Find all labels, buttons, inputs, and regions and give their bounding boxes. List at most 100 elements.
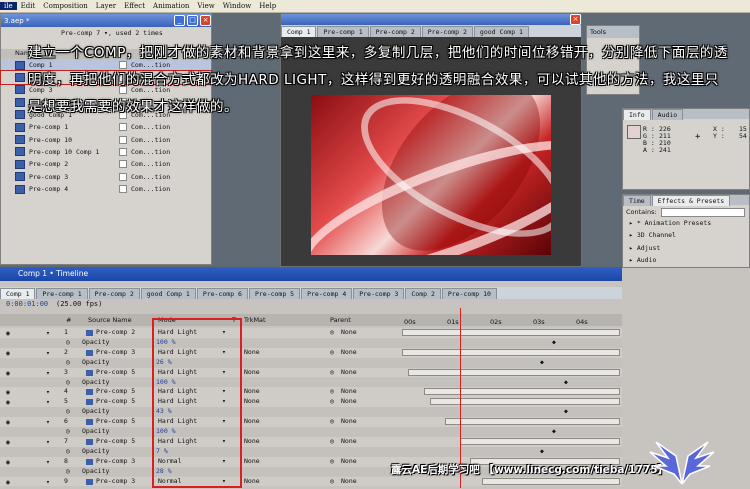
comp-titlebar[interactable]: × bbox=[281, 14, 581, 25]
effects-search-input[interactable] bbox=[660, 208, 745, 217]
layer-duration-bar[interactable] bbox=[424, 388, 620, 396]
label-checkbox[interactable] bbox=[119, 160, 127, 169]
trkmat-dropdown[interactable]: None bbox=[244, 437, 260, 445]
label-checkbox[interactable] bbox=[119, 147, 127, 156]
layer-duration-bar[interactable] bbox=[408, 368, 620, 376]
timeline-tab[interactable]: Pre-comp 4 bbox=[301, 288, 353, 299]
keyframe-icon[interactable]: ◆ bbox=[540, 358, 544, 366]
col-trkmat[interactable]: TrkMat bbox=[244, 316, 266, 324]
col-source-name[interactable]: Source Name bbox=[88, 316, 132, 324]
menu-item-7[interactable]: Window bbox=[219, 2, 256, 10]
project-item[interactable]: Pre-comp 3 Com...tion bbox=[1, 171, 211, 183]
keyframe-icon[interactable]: ◆ bbox=[552, 427, 556, 435]
trkmat-dropdown[interactable]: None bbox=[244, 477, 260, 485]
parent-dropdown[interactable]: None bbox=[341, 387, 357, 395]
keyframe-icon[interactable]: ◆ bbox=[564, 378, 568, 386]
twirl-down-icon[interactable]: ▾ bbox=[46, 458, 50, 466]
menu-item-0[interactable]: ile bbox=[0, 2, 17, 10]
trkmat-dropdown[interactable]: None bbox=[244, 417, 260, 425]
menu-item-5[interactable]: Animation bbox=[149, 2, 193, 10]
timeline-tab[interactable]: Pre-comp 5 bbox=[248, 288, 301, 299]
stopwatch-icon[interactable]: ◷ bbox=[66, 427, 70, 435]
effects-category[interactable]: ▸ * Animation Presets bbox=[623, 217, 749, 229]
comp-tab[interactable]: Pre-comp 2 bbox=[369, 26, 421, 37]
menu-item-4[interactable]: Effect bbox=[120, 2, 149, 10]
stopwatch-icon[interactable]: ◷ bbox=[66, 407, 70, 415]
eye-icon[interactable]: ◉ bbox=[6, 369, 10, 377]
timeline-layer-row[interactable]: ◉ ▾ 9 Pre-comp 3 Normal ▾ None ◎ None bbox=[0, 476, 622, 487]
twirl-down-icon[interactable]: ▾ bbox=[46, 478, 50, 486]
layer-duration-bar[interactable] bbox=[482, 477, 620, 485]
timeline-title[interactable]: Comp 1 • Timeline bbox=[0, 267, 622, 281]
layer-name[interactable]: Pre-comp 5 bbox=[96, 417, 135, 425]
stopwatch-icon[interactable]: ◷ bbox=[66, 378, 70, 386]
layer-name[interactable]: Pre-comp 3 bbox=[96, 457, 135, 465]
menu-item-2[interactable]: Composition bbox=[39, 2, 92, 10]
pickwhip-icon[interactable]: ◎ bbox=[330, 368, 334, 376]
layer-duration-bar[interactable] bbox=[460, 437, 620, 445]
eye-icon[interactable]: ◉ bbox=[6, 349, 10, 357]
project-item[interactable]: Pre-comp 10 Com...tion bbox=[1, 133, 211, 145]
tab-effects-presets[interactable]: Effects & Presets bbox=[651, 195, 731, 206]
parent-dropdown[interactable]: None bbox=[341, 368, 357, 376]
timeline-layer-row[interactable]: ◉ ▾ 4 Pre-comp 5 Hard Light ▾ None ◎ None bbox=[0, 387, 622, 398]
twirl-down-icon[interactable]: ▾ bbox=[46, 329, 50, 337]
eye-icon[interactable]: ◉ bbox=[6, 388, 10, 396]
timeline-tab[interactable]: Pre-comp 1 bbox=[36, 288, 88, 299]
stopwatch-icon[interactable]: ◷ bbox=[66, 358, 70, 366]
layer-duration-bar[interactable] bbox=[445, 418, 620, 426]
close-icon[interactable]: × bbox=[570, 14, 581, 25]
eye-icon[interactable]: ◉ bbox=[6, 329, 10, 337]
eye-icon[interactable]: ◉ bbox=[6, 398, 10, 406]
stopwatch-icon[interactable]: ◷ bbox=[66, 338, 70, 346]
pickwhip-icon[interactable]: ◎ bbox=[330, 457, 334, 465]
tab-time[interactable]: Time bbox=[623, 195, 651, 206]
maximize-icon[interactable]: □ bbox=[187, 15, 198, 26]
layer-duration-bar[interactable] bbox=[402, 348, 620, 356]
label-checkbox[interactable] bbox=[119, 172, 127, 181]
pickwhip-icon[interactable]: ◎ bbox=[330, 387, 334, 395]
eye-icon[interactable]: ◉ bbox=[6, 418, 10, 426]
project-titlebar[interactable]: 3.aep * _ □ × bbox=[1, 14, 211, 27]
project-item[interactable]: Pre-comp 4 Com...tion bbox=[1, 183, 211, 195]
menu-item-8[interactable]: Help bbox=[255, 2, 280, 10]
layer-name[interactable]: Pre-comp 3 bbox=[96, 477, 135, 485]
twirl-down-icon[interactable]: ▾ bbox=[46, 349, 50, 357]
timeline-tab[interactable]: Pre-comp 6 bbox=[196, 288, 248, 299]
timeline-layer-row[interactable]: ◉ ▾ 2 Pre-comp 3 Hard Light ▾ None ◎ None bbox=[0, 347, 622, 358]
project-item[interactable]: Pre-comp 10 Comp 1 Com...tion bbox=[1, 146, 211, 158]
pickwhip-icon[interactable]: ◎ bbox=[330, 328, 334, 336]
pickwhip-icon[interactable]: ◎ bbox=[330, 437, 334, 445]
pickwhip-icon[interactable]: ◎ bbox=[330, 417, 334, 425]
parent-dropdown[interactable]: None bbox=[341, 397, 357, 405]
trkmat-dropdown[interactable]: None bbox=[244, 368, 260, 376]
current-time-indicator[interactable] bbox=[460, 308, 461, 488]
eye-icon[interactable]: ◉ bbox=[6, 438, 10, 446]
timeline-layer-row[interactable]: ◉ ▾ 7 Pre-comp 5 Hard Light ▾ None ◎ None bbox=[0, 436, 622, 447]
timeline-layer-row[interactable]: ◉ ▾ 1 Pre-comp 2 Hard Light ▾ ◎ None bbox=[0, 328, 622, 338]
pickwhip-icon[interactable]: ◎ bbox=[330, 348, 334, 356]
layer-name[interactable]: Pre-comp 5 bbox=[96, 397, 135, 405]
project-item[interactable]: Pre-comp 1 Com...tion bbox=[1, 121, 211, 133]
timeline-tab[interactable]: Pre-comp 10 bbox=[441, 288, 497, 299]
parent-dropdown[interactable]: None bbox=[341, 348, 357, 356]
effects-category[interactable]: ▸ Adjust bbox=[623, 242, 749, 254]
parent-dropdown[interactable]: None bbox=[341, 417, 357, 425]
trkmat-dropdown[interactable]: None bbox=[244, 457, 260, 465]
twirl-down-icon[interactable]: ▾ bbox=[46, 418, 50, 426]
label-checkbox[interactable] bbox=[119, 135, 127, 144]
label-checkbox[interactable] bbox=[119, 123, 127, 132]
twirl-down-icon[interactable]: ▾ bbox=[46, 369, 50, 377]
trkmat-dropdown[interactable]: None bbox=[244, 397, 260, 405]
project-item[interactable]: Pre-comp 2 Com...tion bbox=[1, 158, 211, 170]
twirl-down-icon[interactable]: ▾ bbox=[46, 398, 50, 406]
trkmat-dropdown[interactable]: None bbox=[244, 348, 260, 356]
twirl-down-icon[interactable]: ▾ bbox=[46, 388, 50, 396]
pickwhip-icon[interactable]: ◎ bbox=[330, 477, 334, 485]
layer-name[interactable]: Pre-comp 5 bbox=[96, 387, 135, 395]
eye-icon[interactable]: ◉ bbox=[6, 478, 10, 486]
menu-item-6[interactable]: View bbox=[193, 2, 218, 10]
timeline-layer-row[interactable]: ◉ ▾ 3 Pre-comp 5 Hard Light ▾ None ◎ None bbox=[0, 367, 622, 378]
stopwatch-icon[interactable]: ◷ bbox=[66, 447, 70, 455]
timeline-tab[interactable]: Comp 2 bbox=[405, 288, 441, 299]
